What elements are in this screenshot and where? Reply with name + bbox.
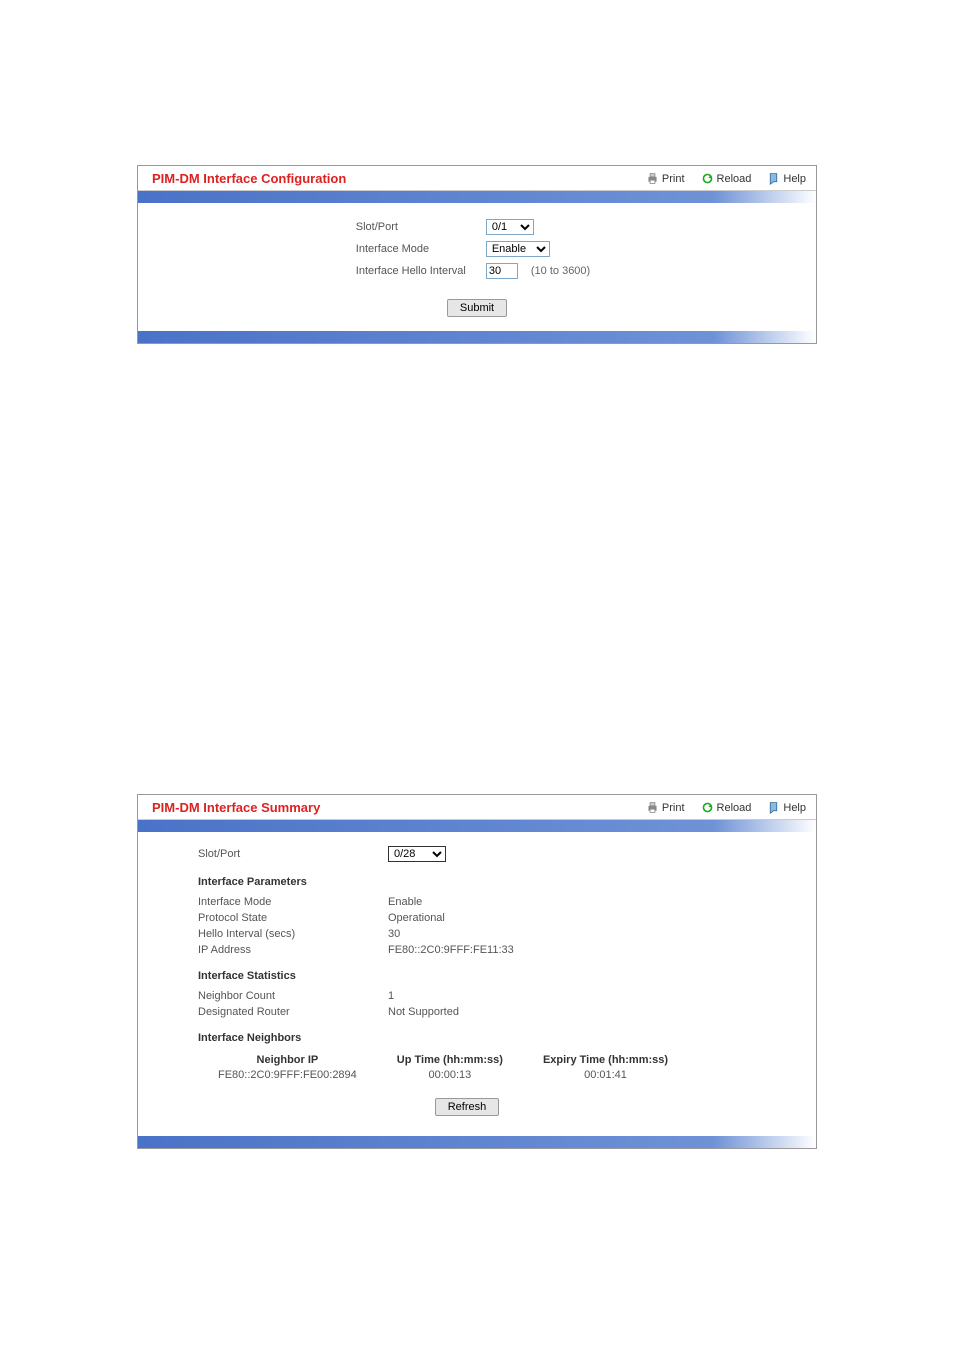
col-neighbor-ip: Neighbor IP [198,1052,377,1068]
interface-statistics-heading: Interface Statistics [198,958,796,988]
slot-port-label: Slot/Port [198,848,388,860]
help-button[interactable]: Help [767,172,806,185]
col-up-time: Up Time (hh:mm:ss) [377,1052,523,1068]
ip-address-value: FE80::2C0:9FFF:FE11:33 [388,944,514,956]
config-form: Slot/Port 0/1 Interface Mode Enable Inte… [354,215,600,283]
print-icon [646,801,659,814]
refresh-button[interactable]: Refresh [435,1098,500,1116]
interface-mode-label: Interface Mode [356,239,484,259]
panel-body: Slot/Port 0/1 Interface Mode Enable Inte… [138,203,816,331]
hello-interval-value: 30 [388,928,400,940]
panel-actions: Print Reload Help [646,801,806,814]
reload-button[interactable]: Reload [701,172,752,185]
pim-dm-interface-config-panel: PIM-DM Interface Configuration Print Rel… [137,165,817,344]
panel-header: PIM-DM Interface Summary Print Reload He… [138,795,816,820]
print-label: Print [662,802,685,814]
hello-interval-label: Interface Hello Interval [356,261,484,281]
designated-router-label: Designated Router [198,1006,388,1018]
help-icon [767,801,780,814]
panel-body: Slot/Port 0/28 Interface Parameters Inte… [138,832,816,1136]
col-expiry-time: Expiry Time (hh:mm:ss) [523,1052,688,1068]
pim-dm-interface-summary-panel: PIM-DM Interface Summary Print Reload He… [137,794,817,1149]
interface-mode-label: Interface Mode [198,896,388,908]
neighbors-table: Neighbor IP Up Time (hh:mm:ss) Expiry Ti… [198,1052,688,1082]
panel-header: PIM-DM Interface Configuration Print Rel… [138,166,816,191]
reload-icon [701,801,714,814]
reload-label: Reload [717,173,752,185]
slot-port-select[interactable]: 0/1 [486,219,534,235]
hello-interval-hint: (10 to 3600) [521,265,590,277]
table-header-row: Neighbor IP Up Time (hh:mm:ss) Expiry Ti… [198,1052,688,1068]
ip-address-label: IP Address [198,944,388,956]
footer-divider-bar [138,1136,816,1148]
neighbor-ip-cell: FE80::2C0:9FFF:FE00:2894 [198,1068,377,1082]
protocol-state-value: Operational [388,912,445,924]
hello-interval-label: Hello Interval (secs) [198,928,388,940]
expiry-time-cell: 00:01:41 [523,1068,688,1082]
print-icon [646,172,659,185]
help-label: Help [783,173,806,185]
panel-title: PIM-DM Interface Summary [152,800,320,815]
reload-label: Reload [717,802,752,814]
print-button[interactable]: Print [646,172,685,185]
slot-port-label: Slot/Port [356,217,484,237]
interface-mode-select[interactable]: Enable [486,241,550,257]
protocol-state-label: Protocol State [198,912,388,924]
help-icon [767,172,780,185]
interface-parameters-heading: Interface Parameters [198,864,796,894]
panel-actions: Print Reload Help [646,172,806,185]
reload-icon [701,172,714,185]
slot-port-select[interactable]: 0/28 [388,846,446,862]
header-divider-bar [138,820,816,832]
header-divider-bar [138,191,816,203]
print-button[interactable]: Print [646,801,685,814]
print-label: Print [662,173,685,185]
interface-neighbors-heading: Interface Neighbors [198,1020,796,1050]
hello-interval-input[interactable] [486,263,518,279]
interface-mode-value: Enable [388,896,422,908]
panel-title: PIM-DM Interface Configuration [152,171,346,186]
neighbor-count-label: Neighbor Count [198,990,388,1002]
table-row: FE80::2C0:9FFF:FE00:2894 00:00:13 00:01:… [198,1068,688,1082]
help-label: Help [783,802,806,814]
help-button[interactable]: Help [767,801,806,814]
neighbor-count-value: 1 [388,990,394,1002]
designated-router-value: Not Supported [388,1006,459,1018]
up-time-cell: 00:00:13 [377,1068,523,1082]
footer-divider-bar [138,331,816,343]
reload-button[interactable]: Reload [701,801,752,814]
submit-button[interactable]: Submit [447,299,507,317]
